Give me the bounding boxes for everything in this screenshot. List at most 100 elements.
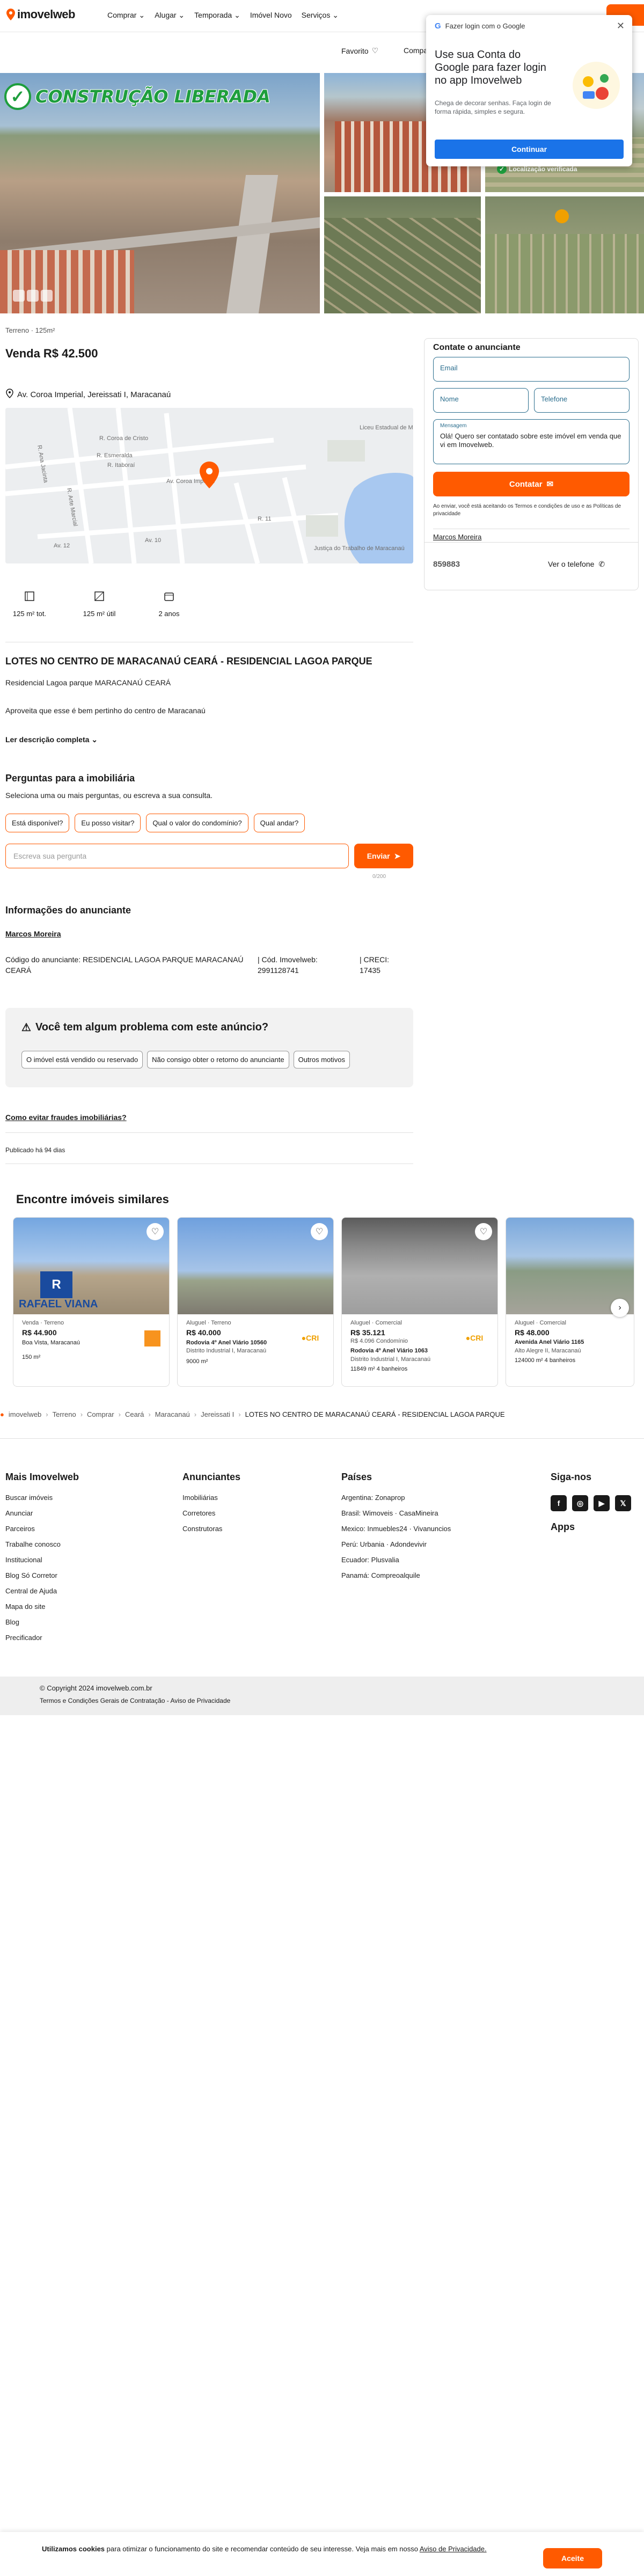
- footer-link[interactable]: Mexico: Inmuebles24 · Vivanuncios: [341, 1525, 451, 1540]
- breadcrumb-item[interactable]: imovelweb: [9, 1410, 41, 1418]
- youtube-icon[interactable]: ▶: [594, 1495, 610, 1511]
- footer-heading: Mais Imovelweb: [5, 1472, 79, 1482]
- advertiser-code: Código do anunciante: RESIDENCIAL LAGOA …: [5, 955, 244, 975]
- advertiser-codes: Código do anunciante: RESIDENCIAL LAGOA …: [5, 954, 413, 976]
- nav-alugar[interactable]: Alugar ⌄: [155, 11, 185, 20]
- agency-logo: R: [40, 1271, 72, 1298]
- footer-link[interactable]: Buscar imóveis: [5, 1494, 79, 1509]
- advertiser-name[interactable]: Marcos Moreira: [5, 930, 61, 938]
- send-question-button[interactable]: Enviar ➤: [354, 844, 413, 868]
- nav-temporada[interactable]: Temporada ⌄: [194, 11, 240, 20]
- card-kind: Aluguel · Comercial: [350, 1320, 402, 1326]
- copyright-bar: © Copyright 2024 imovelweb.com.br Termos…: [0, 1677, 644, 1715]
- name-field[interactable]: Nome: [433, 388, 529, 413]
- calendar-icon: [163, 590, 175, 602]
- breadcrumb-item[interactable]: Ceará: [125, 1410, 144, 1418]
- problem-option[interactable]: Não consigo obter o retorno do anunciant…: [147, 1051, 289, 1069]
- question-chip[interactable]: Está disponível?: [5, 814, 70, 832]
- google-continue-button[interactable]: Continuar: [435, 140, 624, 159]
- footer-link[interactable]: Blog Só Corretor: [5, 1571, 79, 1587]
- video-icon[interactable]: [41, 290, 53, 302]
- close-icon[interactable]: ✕: [617, 20, 625, 32]
- questions-title: Perguntas para a imobiliária: [5, 773, 135, 784]
- footer-link[interactable]: Corretores: [182, 1509, 240, 1525]
- footer-link[interactable]: Anunciar: [5, 1509, 79, 1525]
- similar-card[interactable]: ♡ Aluguel · Terreno R$ 40.000 Rodovia 4º…: [177, 1217, 334, 1387]
- location-map[interactable]: R. Coroa de Cristo R. Esmeralda R. Itabo…: [5, 408, 413, 564]
- footer-link[interactable]: Argentina: Zonaprop: [341, 1494, 451, 1509]
- footer-link[interactable]: Panamá: Compreoalquile: [341, 1571, 451, 1587]
- compare-button[interactable]: Compa: [404, 46, 428, 55]
- map-icon[interactable]: [27, 290, 39, 302]
- card-district: Distrito Industrial I, Maracanaú: [350, 1356, 431, 1363]
- address-text: Av. Coroa Imperial, Jereissati I, Maraca…: [17, 390, 171, 399]
- footer-link[interactable]: Imobiliárias: [182, 1494, 240, 1509]
- question-chip[interactable]: Qual o valor do condomínio?: [146, 814, 248, 832]
- footer-link[interactable]: Parceiros: [5, 1525, 79, 1540]
- send-icon: ➤: [394, 851, 401, 860]
- fraud-link[interactable]: Como evitar fraudes imobiliárias?: [5, 1113, 127, 1122]
- accept-cookies-button[interactable]: Aceite: [543, 2548, 602, 2568]
- problem-option[interactable]: Outros motivos: [293, 1051, 350, 1069]
- contact-button[interactable]: Contatar ✉: [433, 472, 630, 496]
- similar-card[interactable]: R RAFAEL VIANA ♡ Venda · Terreno R$ 44.9…: [13, 1217, 170, 1387]
- logo[interactable]: imovelweb: [6, 8, 75, 21]
- footer-link[interactable]: Mapa do site: [5, 1602, 79, 1618]
- card-district: Alto Alegre II, Maracanaú: [515, 1348, 581, 1354]
- privacy-link[interactable]: Aviso de Privacidade.: [420, 2545, 487, 2553]
- google-popup-title: Use sua Conta do Google para fazer login…: [435, 49, 546, 86]
- breadcrumb-item[interactable]: Terreno: [53, 1410, 76, 1418]
- facebook-icon[interactable]: f: [551, 1495, 567, 1511]
- instagram-icon[interactable]: ◎: [572, 1495, 588, 1511]
- x-icon[interactable]: 𝕏: [615, 1495, 631, 1511]
- breadcrumb-item[interactable]: Jereissati I: [201, 1410, 234, 1418]
- question-chip[interactable]: Qual andar?: [253, 814, 305, 832]
- card-price: R$ 35.121: [350, 1328, 385, 1337]
- favorite-button[interactable]: Favorito ♡: [341, 46, 378, 55]
- legal-links[interactable]: Termos e Condições Gerais de Contratação…: [40, 1697, 230, 1704]
- char-counter: 0/200: [372, 874, 386, 880]
- footer-link[interactable]: Brasil: Wimoveis · CasaMineira: [341, 1509, 451, 1525]
- nav-servicos[interactable]: Serviços ⌄: [302, 11, 339, 20]
- send-label: Enviar: [367, 852, 390, 860]
- card-kind: Venda · Terreno: [22, 1320, 64, 1326]
- verified-label: Localização verificada: [509, 165, 577, 173]
- footer-link[interactable]: Blog: [5, 1618, 79, 1634]
- similar-card[interactable]: ♡ Aluguel · Comercial R$ 35.121 R$ 4.096…: [341, 1217, 498, 1387]
- footer-link[interactable]: Institucional: [5, 1556, 79, 1571]
- card-photo: R RAFAEL VIANA: [13, 1218, 169, 1314]
- footer-link[interactable]: Trabalhe conosco: [5, 1540, 79, 1556]
- breadcrumb-item[interactable]: Comprar: [87, 1410, 114, 1418]
- footer-link[interactable]: Ecuador: Plusvalia: [341, 1556, 451, 1571]
- footer-link[interactable]: Precificador: [5, 1634, 79, 1649]
- creci: | CRECI: 17435: [360, 955, 389, 975]
- agent-name[interactable]: Marcos Moreira: [433, 533, 481, 541]
- card-kind: Aluguel · Terreno: [186, 1320, 231, 1326]
- photos-icon[interactable]: [13, 290, 25, 302]
- see-phone-button[interactable]: Ver o telefone ✆: [548, 560, 605, 569]
- problem-option[interactable]: O imóvel está vendido ou reservado: [21, 1051, 143, 1069]
- email-field[interactable]: Email: [433, 357, 630, 382]
- message-field[interactable]: Mensagem Olá! Quero ser contatado sobre …: [433, 419, 630, 464]
- map-pin-icon: [555, 209, 569, 223]
- gallery-controls: [13, 290, 53, 302]
- heart-icon[interactable]: ♡: [147, 1223, 164, 1240]
- feature-label: 125 m² tot.: [12, 610, 47, 618]
- nav-comprar[interactable]: Comprar ⌄: [107, 11, 145, 20]
- gallery-photo-4[interactable]: [324, 196, 481, 313]
- footer-link[interactable]: Perú: Urbania · Adondevivir: [341, 1540, 451, 1556]
- similar-title: Encontre imóveis similares: [16, 1192, 169, 1206]
- nav-imovel-novo[interactable]: Imóvel Novo: [250, 11, 292, 20]
- question-input[interactable]: Escreva sua pergunta: [5, 844, 349, 868]
- gallery-photo-5[interactable]: [485, 196, 644, 313]
- read-more-link[interactable]: Ler descrição completa ⌄: [5, 735, 98, 744]
- footer-link[interactable]: Central de Ajuda: [5, 1587, 79, 1602]
- question-chip[interactable]: Eu posso visitar?: [75, 814, 141, 832]
- heart-icon[interactable]: ♡: [475, 1223, 492, 1240]
- phone-field[interactable]: Telefone: [534, 388, 630, 413]
- chevron-right-icon[interactable]: ›: [611, 1299, 629, 1317]
- heart-icon[interactable]: ♡: [311, 1223, 328, 1240]
- footer-link[interactable]: Construtoras: [182, 1525, 240, 1540]
- footer-apps-heading: Apps: [551, 1521, 575, 1532]
- breadcrumb-item[interactable]: Maracanaú: [155, 1410, 190, 1418]
